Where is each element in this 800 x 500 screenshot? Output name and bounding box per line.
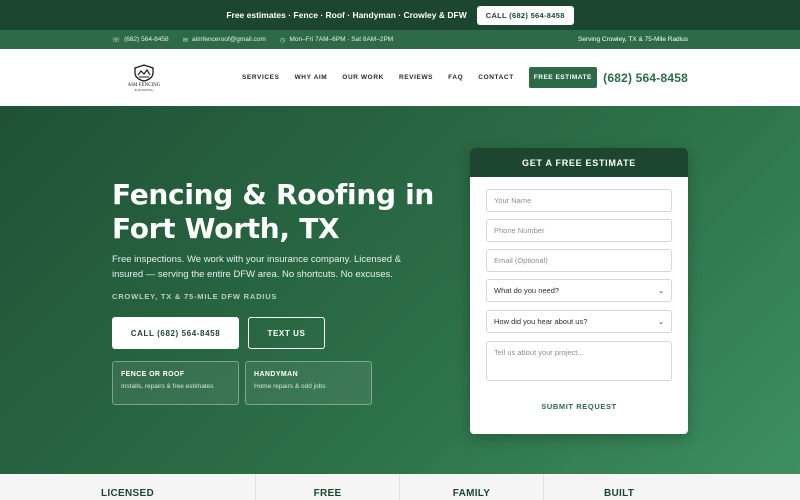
logo[interactable]: AIM FENCING & ROOFING <box>120 63 168 92</box>
logo-subtext: & ROOFING <box>134 87 154 92</box>
announcement-call-button[interactable]: CALL (682) 564-8458 <box>476 5 574 25</box>
phone-input[interactable]: Phone Number <box>486 219 672 242</box>
main-nav: AIM FENCING & ROOFING SERVICES WHY AIM O… <box>0 49 800 106</box>
service-card-fence-roof[interactable]: FENCE OR ROOF Installs, repairs & free e… <box>112 361 239 405</box>
info-email-text: aimfenceroof@gmail.com <box>192 36 266 43</box>
nav-phone-link[interactable]: (682) 564-8458 <box>603 71 688 85</box>
submit-button[interactable]: SUBMIT REQUEST <box>470 402 688 411</box>
form-title: GET A FREE ESTIMATE <box>470 148 688 177</box>
email-input[interactable]: Email (Optional) <box>486 249 672 272</box>
nav-item-services[interactable]: SERVICES <box>242 74 280 81</box>
service-select[interactable]: What do you need? ⌄ <box>486 279 672 302</box>
stat-built: BUILT <box>604 488 635 499</box>
hero-call-button[interactable]: CALL (682) 564-8458 <box>112 317 239 349</box>
chevron-down-icon: ⌄ <box>658 318 664 326</box>
hero-title: Fencing & Roofing in Fort Worth, TX <box>112 178 435 245</box>
nav-menu: SERVICES WHY AIM OUR WORK REVIEWS FAQ CO… <box>242 67 597 88</box>
stat-family: FAMILY <box>400 474 544 500</box>
card-title: FENCE OR ROOF <box>121 371 185 378</box>
referral-select[interactable]: How did you hear about us? ⌄ <box>486 310 672 333</box>
card-subtitle: Home repairs & odd jobs <box>254 383 326 390</box>
nav-item-faq[interactable]: FAQ <box>448 74 463 81</box>
hero-description: Free inspections. We work with your insu… <box>112 254 402 280</box>
nav-free-estimate-button[interactable]: FREE ESTIMATE <box>528 67 597 88</box>
info-email[interactable]: ✉ aimfenceroof@gmail.com <box>183 36 266 44</box>
logo-icon <box>134 63 154 82</box>
service-select-value: What do you need? <box>494 286 560 295</box>
card-subtitle: Installs, repairs & free estimates <box>121 383 214 390</box>
stats-strip: LICENSED FREE FAMILY BUILT <box>0 474 800 500</box>
info-hours-text: Mon–Fri 7AM–6PM · Sat 8AM–2PM <box>289 36 394 43</box>
service-card-handyman[interactable]: HANDYMAN Home repairs & odd jobs <box>245 361 372 405</box>
estimate-form: GET A FREE ESTIMATE Your Name Phone Numb… <box>470 148 688 434</box>
nav-item-why-aim[interactable]: WHY AIM <box>295 74 328 81</box>
info-phone-text: (682) 564-8458 <box>124 36 169 43</box>
hero-text-button[interactable]: TEXT US <box>248 317 325 349</box>
stat-free: FREE <box>256 474 400 500</box>
info-bar: ☏ (682) 564-8458 ✉ aimfenceroof@gmail.co… <box>0 30 800 49</box>
stat-licensed: LICENSED <box>0 474 256 500</box>
service-area-text: Serving Crowley, TX & 75-Mile Radius <box>578 36 688 43</box>
phone-icon: ☏ <box>112 36 121 44</box>
nav-item-contact[interactable]: CONTACT <box>478 74 514 81</box>
chevron-down-icon: ⌄ <box>658 287 664 295</box>
nav-item-reviews[interactable]: REVIEWS <box>399 74 433 81</box>
referral-select-value: How did you hear about us? <box>494 317 588 326</box>
hero-location: CROWLEY, TX & 75-MILE DFW RADIUS <box>112 292 278 301</box>
info-phone[interactable]: ☏ (682) 564-8458 <box>112 36 169 44</box>
name-input[interactable]: Your Name <box>486 189 672 212</box>
clock-icon: ◷ <box>279 36 286 44</box>
card-title: HANDYMAN <box>254 371 299 378</box>
nav-item-our-work[interactable]: OUR WORK <box>342 74 384 81</box>
info-hours: ◷ Mon–Fri 7AM–6PM · Sat 8AM–2PM <box>280 36 393 44</box>
mail-icon: ✉ <box>182 36 189 44</box>
announcement-text: Free estimates · Fence · Roof · Handyman… <box>226 10 467 20</box>
project-textarea[interactable]: Tell us about your project... <box>486 341 672 381</box>
announcement-bar: Free estimates · Fence · Roof · Handyman… <box>0 0 800 30</box>
